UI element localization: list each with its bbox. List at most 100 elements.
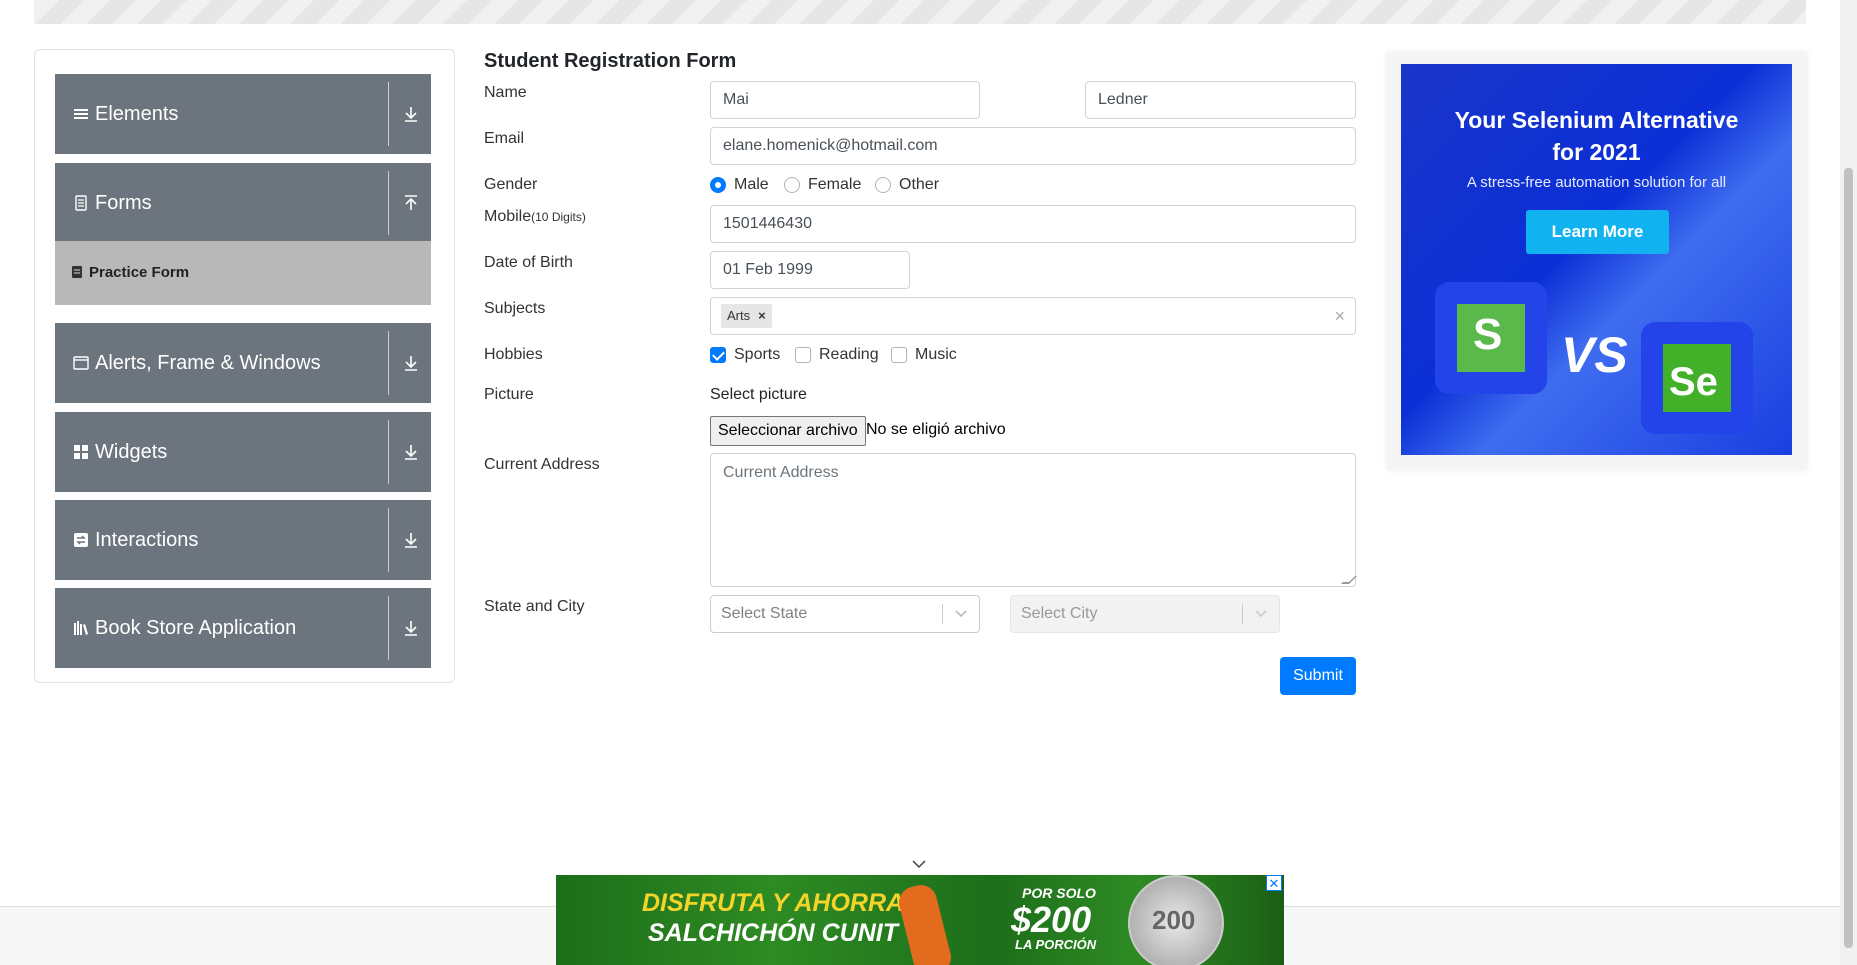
sidebar-group-label: Elements [95, 103, 179, 125]
divider [388, 508, 389, 572]
divider [1242, 604, 1243, 624]
selenium-ad[interactable]: Your Selenium Alternative for 2021 A str… [1401, 64, 1792, 455]
hobby-checkbox-sports[interactable]: Sports [710, 346, 780, 364]
state-select[interactable]: Select State [710, 595, 980, 633]
scrollbar-thumb[interactable] [1844, 168, 1853, 948]
email-input[interactable]: elane.homenick@hotmail.com [710, 127, 1356, 165]
ad-title-line1: Your Selenium Alternative [1454, 107, 1739, 133]
bottom-ad-banner[interactable]: DISFRUTA Y AHORRA SALCHICHÓN CUNIT POR S… [556, 875, 1284, 965]
chevron-down-icon[interactable] [911, 858, 927, 870]
gender-radio-female[interactable]: Female [784, 176, 861, 194]
sidebar-group-book-store[interactable]: Book Store Application [55, 588, 431, 668]
sidebar-group-widgets[interactable]: Widgets [55, 412, 431, 492]
coin-value: 200 [1152, 905, 1196, 935]
mobile-label: Mobile(10 Digits) [484, 208, 586, 226]
header-banner-strip [34, 0, 1806, 24]
select-picture-text: Select picture [710, 386, 807, 403]
checkbox-label: Sports [734, 346, 781, 363]
mobile-label-text: Mobile [484, 208, 532, 225]
sidebar-item-label: Practice Form [89, 264, 190, 281]
gender-radio-other[interactable]: Other [875, 176, 939, 194]
address-label: Current Address [484, 456, 600, 473]
ad-subtitle: A stress-free automation solution for al… [1466, 174, 1727, 191]
hobbies-label: Hobbies [484, 346, 543, 363]
document-icon [75, 195, 87, 211]
ad-title-line2: for 2021 [1552, 139, 1641, 165]
close-ad-icon[interactable]: ✕ [1266, 875, 1282, 891]
state-city-label: State and City [484, 598, 585, 615]
divider [388, 171, 389, 235]
radio-icon[interactable] [784, 177, 800, 193]
sidebar-group-interactions[interactable]: Interactions [55, 500, 431, 580]
email-label: Email [484, 130, 525, 147]
divider [388, 331, 389, 395]
banner-portion: LA PORCIÓN [1015, 937, 1097, 952]
banner-price: $200 [1011, 899, 1092, 940]
books-icon [74, 621, 88, 635]
remove-chip-icon[interactable]: × [758, 308, 766, 323]
current-address-textarea[interactable]: Current Address [710, 453, 1357, 587]
choose-file-button[interactable]: Seleccionar archivo [710, 416, 866, 446]
checkbox-label: Music [915, 346, 957, 363]
sidebar-group-label: Forms [95, 192, 152, 214]
sidebar-group-forms[interactable]: Forms [55, 163, 431, 243]
clear-icon[interactable]: × [1334, 306, 1345, 327]
radio-label: Male [734, 176, 769, 193]
subject-chip: Arts × [721, 304, 772, 328]
hobby-checkbox-music[interactable]: Music [891, 346, 957, 364]
sidebar-group-label: Widgets [95, 441, 168, 463]
subjects-input[interactable]: Arts × × [710, 297, 1356, 335]
mobile-hint: (10 Digits) [531, 210, 586, 224]
date-of-birth-input[interactable]: 01 Feb 1999 [710, 251, 910, 289]
download-icon [405, 445, 417, 460]
last-name-input[interactable]: Ledner [1085, 81, 1356, 119]
gender-label: Gender [484, 176, 538, 193]
checkbox-icon[interactable] [795, 347, 811, 363]
learn-more-button[interactable]: Learn More [1526, 210, 1669, 254]
picture-label: Picture [484, 386, 534, 403]
sausage-image [895, 881, 955, 965]
first-name-input[interactable]: Mai [710, 81, 980, 119]
subjects-label: Subjects [484, 300, 546, 317]
state-placeholder: Select State [721, 605, 808, 622]
checkbox-label: Reading [819, 346, 879, 363]
sidebar-group-elements[interactable]: Elements [55, 74, 431, 154]
sidebar: Elements Forms Practice Form Alerts, Fra… [34, 49, 455, 683]
checkbox-icon[interactable] [891, 347, 907, 363]
download-icon [405, 107, 417, 122]
city-placeholder: Select City [1021, 605, 1098, 622]
radio-checked-icon[interactable] [710, 177, 726, 193]
sidebar-group-label: Book Store Application [95, 617, 297, 639]
katalon-logo-icon: S [1435, 282, 1547, 394]
ad-title: Your Selenium Alternative for 2021 [1401, 104, 1792, 168]
selenium-logo-icon: Se [1641, 322, 1753, 434]
sidebar-group-label: Interactions [95, 529, 199, 551]
banner-line2: SALCHICHÓN CUNIT [648, 919, 898, 947]
sidebar-group-label: Alerts, Frame & Windows [95, 352, 321, 374]
hamburger-icon [74, 109, 88, 119]
dob-label: Date of Birth [484, 254, 573, 271]
download-icon [405, 621, 417, 636]
divider [388, 420, 389, 484]
scrollbar[interactable] [1840, 0, 1857, 965]
chevron-down-icon [955, 610, 967, 618]
form-icon [72, 266, 82, 278]
divider [388, 596, 389, 660]
interaction-icon [74, 533, 88, 547]
divider [942, 604, 943, 624]
file-status: No se eligió archivo [866, 421, 1006, 438]
resize-handle-icon[interactable] [1341, 576, 1357, 584]
sidebar-group-alerts[interactable]: Alerts, Frame & Windows [55, 323, 431, 403]
banner-line1: DISFRUTA Y AHORRA [642, 889, 905, 917]
sidebar-item-practice-form[interactable]: Practice Form [55, 241, 431, 305]
hobby-checkbox-reading[interactable]: Reading [795, 346, 879, 364]
mobile-input[interactable]: 1501446430 [710, 205, 1356, 243]
submit-button[interactable]: Submit [1280, 657, 1356, 695]
name-label: Name [484, 84, 527, 101]
download-icon [405, 533, 417, 548]
gender-radio-male[interactable]: Male [710, 176, 769, 194]
grid-icon [74, 445, 88, 459]
checkbox-checked-icon[interactable] [710, 347, 726, 363]
radio-icon[interactable] [875, 177, 891, 193]
city-select[interactable]: Select City [1010, 595, 1280, 633]
